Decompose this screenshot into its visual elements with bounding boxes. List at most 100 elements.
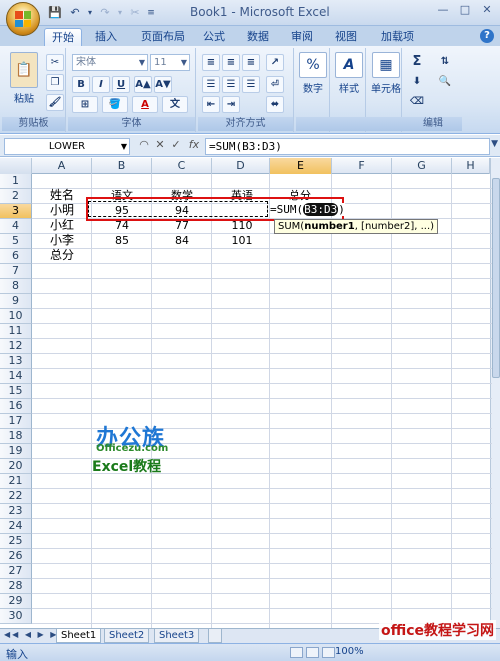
copy-icon[interactable]: ❐ — [46, 74, 64, 91]
row-header-23[interactable]: 23 — [0, 504, 32, 519]
maximize-icon[interactable]: □ — [456, 3, 474, 19]
row-header-10[interactable]: 10 — [0, 309, 32, 324]
row-header-16[interactable]: 16 — [0, 399, 32, 414]
enter-icon[interactable]: ✓ — [170, 138, 182, 151]
format-painter-button[interactable]: 🖌 — [46, 94, 64, 111]
find-select-icon[interactable]: 🔍 — [436, 74, 454, 91]
increase-indent-icon[interactable]: ⇥ — [222, 96, 240, 113]
merge-center-icon[interactable]: ⬌ — [266, 96, 284, 113]
help-icon[interactable]: ? — [480, 29, 494, 43]
column-header-g[interactable]: G — [392, 158, 452, 174]
scrollbar-thumb[interactable] — [492, 178, 500, 378]
row-header-3[interactable]: 3 — [0, 204, 32, 219]
redo-icon[interactable]: ↷ — [96, 5, 114, 21]
sort-filter-icon[interactable]: ⇅ — [436, 54, 454, 71]
undo-icon[interactable]: ↶ — [66, 5, 84, 21]
phonetic-icon[interactable]: 文 — [162, 96, 188, 113]
font-name-combo[interactable]: 宋体 ▼ — [72, 54, 148, 71]
grow-font-icon[interactable]: A▲ — [134, 76, 152, 93]
column-header-d[interactable]: D — [212, 158, 270, 174]
autosum-button[interactable]: Σ — [408, 54, 426, 71]
tab-addins[interactable]: 加载项 — [374, 28, 421, 46]
shrink-font-icon[interactable]: A▼ — [154, 76, 172, 93]
align-top-icon[interactable]: ≡ — [202, 54, 220, 71]
font-size-combo[interactable]: 11 ▼ — [150, 54, 190, 71]
row-header-11[interactable]: 11 — [0, 324, 32, 339]
row-header-24[interactable]: 24 — [0, 519, 32, 534]
row-header-14[interactable]: 14 — [0, 369, 32, 384]
sheet-tab-3[interactable]: Sheet3 — [154, 629, 200, 643]
formula-input[interactable]: =SUM(B3:D3) — [205, 138, 490, 155]
decrease-indent-icon[interactable]: ⇤ — [202, 96, 220, 113]
cancel-icon[interactable]: ✕ — [154, 138, 166, 151]
cut-icon[interactable]: ✂ — [46, 54, 64, 71]
tab-formulas[interactable]: 公式 — [196, 28, 232, 46]
row-header-27[interactable]: 27 — [0, 564, 32, 579]
cell-a3[interactable]: 小明 — [50, 203, 74, 218]
select-all-corner[interactable] — [0, 158, 32, 174]
expand-formula-bar-icon[interactable]: ▼ — [491, 139, 498, 149]
fill-icon[interactable]: ⬇ — [408, 74, 426, 91]
sheet-tab-1[interactable]: Sheet1 — [56, 629, 102, 643]
cell-b5[interactable]: 85 — [92, 233, 152, 248]
font-color-button[interactable]: A — [132, 96, 158, 113]
tab-insert[interactable]: 插入 — [88, 28, 124, 46]
format-painter-icon[interactable]: ✂ — [126, 5, 144, 21]
page-break-view-icon[interactable] — [322, 647, 335, 658]
row-header-9[interactable]: 9 — [0, 294, 32, 309]
column-header-e[interactable]: E — [270, 158, 332, 174]
save-icon[interactable]: 💾 — [46, 5, 64, 21]
cells-button[interactable]: ▦ 单元格 — [368, 52, 404, 95]
row-header-5[interactable]: 5 — [0, 234, 32, 249]
name-box[interactable]: LOWER ▼ — [4, 138, 130, 155]
align-center-icon[interactable]: ☰ — [222, 76, 240, 93]
orientation-icon[interactable]: ↗ — [266, 54, 284, 71]
cell-a6[interactable]: 总分 — [50, 248, 74, 263]
align-bottom-icon[interactable]: ≡ — [242, 54, 260, 71]
row-header-20[interactable]: 20 — [0, 459, 32, 474]
row-header-13[interactable]: 13 — [0, 354, 32, 369]
row-header-26[interactable]: 26 — [0, 549, 32, 564]
bold-button[interactable]: B — [72, 76, 90, 93]
expand-icon[interactable]: ◠ — [138, 138, 150, 151]
tab-data[interactable]: 数据 — [240, 28, 276, 46]
wrap-text-icon[interactable]: ⏎ — [266, 76, 284, 93]
align-left-icon[interactable]: ☰ — [202, 76, 220, 93]
row-header-1[interactable]: 1 — [0, 174, 32, 189]
redo-dropdown-icon[interactable]: ▾ — [116, 5, 124, 21]
tab-home[interactable]: 开始 — [44, 28, 82, 46]
column-header-h[interactable]: H — [452, 158, 490, 174]
minimize-icon[interactable]: — — [434, 3, 452, 19]
undo-dropdown-icon[interactable]: ▾ — [86, 5, 94, 21]
insert-function-icon[interactable]: fx — [186, 138, 202, 151]
close-icon[interactable]: ✕ — [478, 3, 496, 19]
row-header-29[interactable]: 29 — [0, 594, 32, 609]
tab-page-layout[interactable]: 页面布局 — [134, 28, 192, 46]
normal-view-icon[interactable] — [290, 647, 303, 658]
fill-color-icon[interactable]: 🪣 — [102, 96, 128, 113]
column-header-f[interactable]: F — [332, 158, 392, 174]
cell-a4[interactable]: 小红 — [50, 218, 74, 233]
align-right-icon[interactable]: ☰ — [242, 76, 260, 93]
row-header-28[interactable]: 28 — [0, 579, 32, 594]
row-header-6[interactable]: 6 — [0, 249, 32, 264]
number-format-button[interactable]: % 数字 — [298, 52, 328, 95]
zoom-level[interactable]: 100% — [335, 646, 364, 657]
office-button[interactable] — [6, 2, 40, 36]
cell-d5[interactable]: 101 — [212, 233, 272, 248]
tab-view[interactable]: 视图 — [328, 28, 364, 46]
row-header-17[interactable]: 17 — [0, 414, 32, 429]
align-middle-icon[interactable]: ≡ — [222, 54, 240, 71]
row-header-30[interactable]: 30 — [0, 609, 32, 624]
page-layout-view-icon[interactable] — [306, 647, 319, 658]
row-header-12[interactable]: 12 — [0, 339, 32, 354]
row-header-7[interactable]: 7 — [0, 264, 32, 279]
underline-button[interactable]: U — [112, 76, 130, 93]
column-header-a[interactable]: A — [32, 158, 92, 174]
tab-review[interactable]: 审阅 — [284, 28, 320, 46]
row-header-15[interactable]: 15 — [0, 384, 32, 399]
row-header-22[interactable]: 22 — [0, 489, 32, 504]
customize-qat-icon[interactable]: ≡ — [146, 5, 156, 21]
insert-sheet-icon[interactable] — [208, 629, 222, 643]
borders-icon[interactable]: ⊞ — [72, 96, 98, 113]
